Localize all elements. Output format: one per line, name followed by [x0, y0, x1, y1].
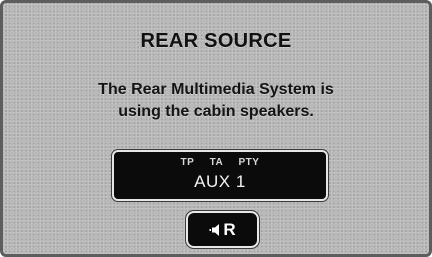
ta-indicator: TA [209, 157, 224, 168]
tp-indicator: TP [180, 157, 195, 168]
status-message-line-2: using the cabin speakers. [118, 103, 314, 120]
pty-indicator: PTY [238, 157, 260, 168]
screen-title: REAR SOURCE [140, 30, 292, 52]
rear-source-screen: REAR SOURCE The Rear Multimedia System i… [0, 0, 432, 257]
source-display: TP TA PTY AUX 1 [112, 150, 328, 201]
rear-button-label: R [223, 219, 236, 239]
status-message: The Rear Multimedia System is using the … [3, 79, 429, 123]
current-source: AUX 1 [194, 172, 246, 191]
speaker-icon [209, 223, 220, 236]
radio-indicators: TP TA PTY [114, 157, 326, 168]
rear-audio-button[interactable]: R [186, 211, 259, 248]
status-message-line-1: The Rear Multimedia System is [98, 81, 334, 98]
